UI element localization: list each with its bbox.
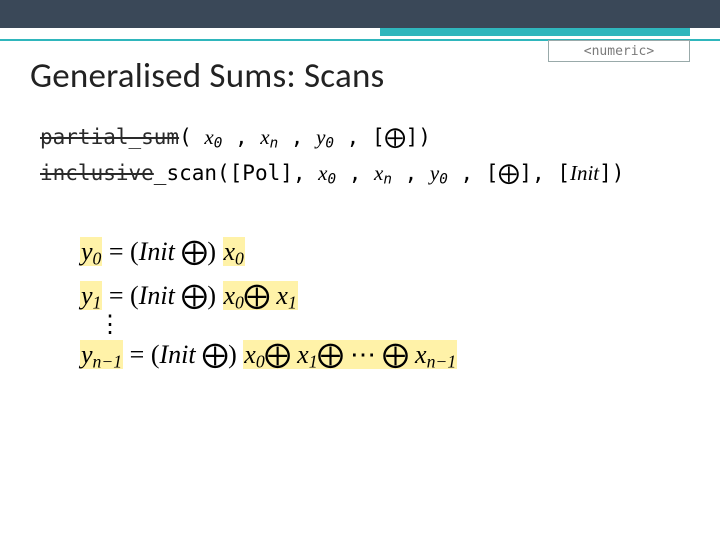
equals: = ( <box>123 340 159 369</box>
arg: y <box>430 161 439 185</box>
sub: n <box>383 172 392 188</box>
var-x: x <box>224 281 236 310</box>
oplus-icon: ⨁ <box>244 281 277 310</box>
paren-close: ) <box>207 281 222 310</box>
sep: , [ <box>448 161 499 185</box>
arg: x <box>318 161 327 185</box>
inclusive-scan-line: inclusive_scan([Pol], x0 , xn , y0 , [⨁]… <box>40 156 624 192</box>
header-tag: <numeric> <box>548 40 690 62</box>
oplus-icon: ⨁ <box>385 125 406 149</box>
sep: , <box>392 161 430 185</box>
sub: 0 <box>325 136 334 152</box>
partial-sum-line: partial_sum( x0 , xn , y0 , [⨁]) <box>40 120 624 156</box>
var-x: x <box>276 281 288 310</box>
equals: = ( <box>102 237 138 266</box>
init: Init <box>159 340 202 369</box>
sub: n−1 <box>93 351 123 371</box>
equation-row-0: y0 = (Init ⨁) x0 <box>80 230 457 274</box>
topbar <box>0 0 720 28</box>
init: Init <box>139 237 182 266</box>
var-y: y <box>81 237 93 266</box>
equations: y0 = (Init ⨁) x0 y1 = (Init ⨁) x0⨁ x1 ⋮ … <box>80 230 457 377</box>
oplus-icon: ⨁ <box>265 340 298 369</box>
inclusive-prefix: inclusive <box>40 161 154 185</box>
equation-row-n: yn−1 = (Init ⨁) x0⨁ x1⨁ ⋯ ⨁ xn−1 <box>80 333 457 377</box>
sub: 0 <box>214 136 223 152</box>
sep: , <box>278 125 316 149</box>
var-x: x <box>415 340 427 369</box>
var-x: x <box>224 237 236 266</box>
sub: 0 <box>256 351 265 371</box>
vertical-dots-icon: ⋮ <box>80 318 457 332</box>
oplus-icon: ⨁ <box>202 340 228 369</box>
sep: , <box>336 161 374 185</box>
partial-sum-name: partial_sum <box>40 125 179 149</box>
sep: , [ <box>334 125 385 149</box>
oplus-icon: ⨁ ⋯ ⨁ <box>318 340 416 369</box>
var-x: x <box>244 340 256 369</box>
sub: 0 <box>93 248 102 268</box>
sep: ], [ <box>519 161 570 185</box>
var-y: y <box>81 281 93 310</box>
arg: x <box>260 125 269 149</box>
oplus-icon: ⨁ <box>498 161 519 185</box>
scan-suffix: _scan <box>154 161 217 185</box>
sub: 1 <box>309 351 318 371</box>
sub: 1 <box>93 293 102 313</box>
accent-bar <box>380 28 690 36</box>
equation-row-1: y1 = (Init ⨁) x0⨁ x1 <box>80 274 457 318</box>
init-arg: Init <box>570 161 599 185</box>
page-title: Generalised Sums: Scans <box>30 55 384 97</box>
equals: = ( <box>102 281 138 310</box>
arg: x <box>204 125 213 149</box>
paren-close: ]) <box>599 161 624 185</box>
sub: 0 <box>235 248 244 268</box>
sub: n <box>270 136 279 152</box>
paren-close: ) <box>207 237 222 266</box>
var-y: y <box>81 340 93 369</box>
paren-close: ]) <box>406 125 431 149</box>
sep: , <box>222 125 260 149</box>
paren-open: ( <box>179 125 204 149</box>
paren-open: ([Pol], <box>217 161 318 185</box>
paren-close: ) <box>228 340 243 369</box>
sub: 0 <box>328 172 337 188</box>
sub: 0 <box>439 172 448 188</box>
oplus-icon: ⨁ <box>181 281 207 310</box>
var-x: x <box>297 340 309 369</box>
function-signatures: partial_sum( x0 , xn , y0 , [⨁]) inclusi… <box>40 120 624 192</box>
oplus-icon: ⨁ <box>181 237 207 266</box>
sub: n−1 <box>427 351 457 371</box>
sub: 0 <box>235 293 244 313</box>
init: Init <box>139 281 182 310</box>
sub: 1 <box>288 293 297 313</box>
arg: x <box>374 161 383 185</box>
